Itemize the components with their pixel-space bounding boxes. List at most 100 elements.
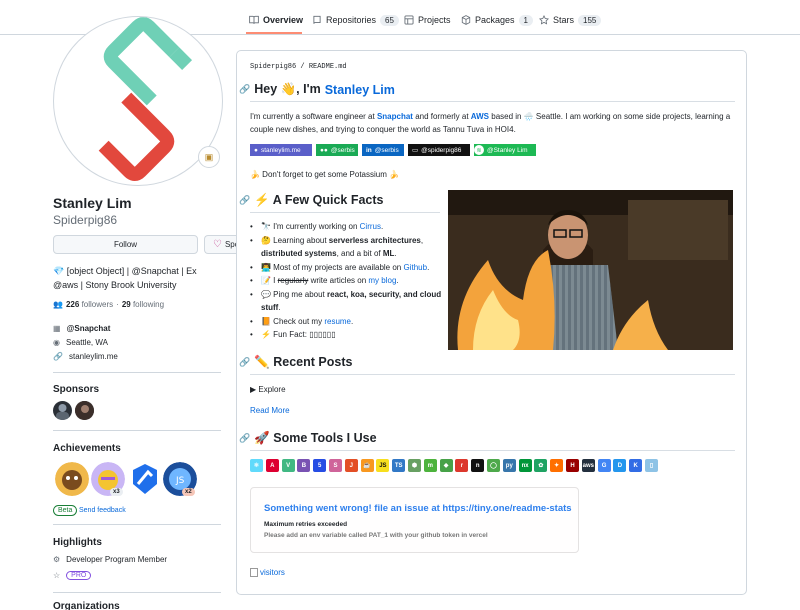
website-badge[interactable]: ● stanleylim.me: [250, 144, 312, 156]
tab-stars[interactable]: Stars 155: [539, 9, 602, 31]
badge-label: @spiderpig86: [421, 146, 462, 154]
medium-icon: ●●: [320, 146, 328, 154]
cirrus-link[interactable]: Cirrus: [360, 222, 381, 231]
fact-item: • 🔭 I'm currently working on Cirrus.: [250, 222, 384, 231]
heading-hey: 🔗 Hey 👋, I'm Stanley Lim: [239, 82, 395, 97]
fact-bold: distributed systems: [261, 249, 337, 258]
aws-link[interactable]: AWS: [471, 112, 489, 121]
people-icon: 👥: [53, 300, 63, 309]
follow-stats: 👥 226 followers · 29 following: [53, 300, 164, 309]
tool-icon: m: [423, 459, 437, 472]
linkedin-badge[interactable]: in @serbis: [362, 144, 404, 156]
website-link[interactable]: stanleylim.me: [69, 352, 118, 361]
github-stats-card[interactable]: [250, 487, 579, 553]
fact-text: .: [380, 222, 384, 231]
anchor-link-icon[interactable]: 🔗: [239, 357, 250, 368]
sponsor-avatar[interactable]: [75, 401, 94, 420]
fact-item: • 📝 I regularly write articles on my blog…: [250, 276, 399, 285]
following-link[interactable]: 29 following: [122, 300, 164, 309]
anchor-link-icon[interactable]: 🔗: [239, 84, 250, 95]
fact-text: .: [427, 262, 430, 272]
star-icon: ☆: [53, 571, 61, 580]
facts-heading-text: ⚡ A Few Quick Facts: [254, 193, 384, 207]
tool-icon: ⬢: [408, 459, 421, 472]
read-more-link[interactable]: Read More: [250, 406, 290, 415]
achievements-heading: Achievements: [53, 443, 121, 454]
achievement-badge[interactable]: [55, 462, 89, 496]
anchor-link-icon[interactable]: 🔗: [239, 433, 250, 444]
followers-link[interactable]: 226 followers: [66, 300, 113, 309]
company-item: ▦ @Snapchat: [53, 324, 110, 333]
fact-text: .: [394, 249, 397, 258]
explore-toggle[interactable]: ▶ Explore: [250, 385, 286, 394]
beta-label: Beta: [53, 505, 78, 516]
fact-item: • 📙 Check out my resume.: [250, 316, 354, 326]
followers-label: followers: [81, 300, 114, 309]
tab-repositories[interactable]: Repositories 65: [312, 9, 399, 31]
heading-tools: 🔗 🚀 Some Tools I Use: [239, 431, 377, 446]
readme-file-link[interactable]: README.md: [309, 63, 347, 71]
heading-divider: [250, 374, 735, 375]
following-count: 29: [121, 300, 131, 309]
fact-text: ,: [420, 235, 424, 245]
gear-icon: ⚙: [53, 555, 61, 564]
stats-error-message: Maximum retries exceeded: [264, 521, 348, 528]
status-emoji-button[interactable]: ▣: [198, 146, 220, 168]
fact-bold: serverless architectures: [328, 235, 421, 245]
intro-paragraph: I'm currently a software engineer at Sna…: [250, 110, 735, 136]
tool-icon: ◯: [487, 459, 500, 472]
active-tab-underline: [246, 32, 302, 34]
tool-icon: ◆: [439, 459, 453, 472]
readme-user-link[interactable]: Spiderpig86: [250, 63, 296, 71]
medium-badge[interactable]: ●● @serbis: [316, 144, 358, 156]
book-icon: [249, 15, 259, 25]
tool-icon: ✿: [534, 459, 548, 472]
tool-icon: aws: [581, 459, 595, 472]
achievement-badge[interactable]: [128, 462, 162, 496]
tool-icon: S: [329, 459, 342, 472]
follow-button[interactable]: Follow: [53, 235, 198, 254]
fact-text: 📙 Check out my: [261, 316, 323, 326]
fact-text: ⚡ Fun Fact: ▯▯▯▯▯▯: [261, 330, 336, 339]
heading-name-link[interactable]: Stanley Lim: [325, 83, 395, 97]
explore-label: Explore: [258, 385, 286, 394]
tool-icon: J: [344, 459, 358, 472]
heading-hey-text: Hey 👋, I'm: [254, 82, 321, 96]
fact-text: , and a bit of: [336, 249, 381, 258]
snapchat-link[interactable]: Snapchat: [377, 112, 413, 121]
tab-projects[interactable]: Projects: [404, 9, 451, 31]
highlights-heading: Highlights: [53, 537, 102, 548]
profile-bio: 💎 [object Object] | @Snapchat | Ex @aws …: [53, 264, 223, 292]
followers-count: 226: [65, 300, 80, 309]
fact-text: 🔭 I'm currently working on: [261, 222, 358, 231]
pro-item: ☆ PRO: [53, 571, 92, 580]
organizations-heading: Organizations: [53, 601, 120, 610]
tab-packages[interactable]: Packages 1: [461, 9, 533, 31]
tab-projects-label: Projects: [418, 15, 451, 25]
tool-icon: n: [471, 459, 485, 472]
divider: [53, 430, 221, 431]
status-emoji-icon: ▣: [204, 151, 214, 162]
anchor-link-icon[interactable]: 🔗: [239, 195, 250, 206]
send-feedback-link[interactable]: Send feedback: [79, 507, 126, 514]
organization-icon: ▦: [53, 324, 61, 333]
heading-divider: [250, 212, 440, 213]
visitors-badge[interactable]: visitors: [250, 568, 285, 577]
github-link[interactable]: Github: [403, 263, 427, 272]
blog-link[interactable]: my blog: [368, 276, 396, 285]
tool-icon: D: [613, 459, 627, 472]
avatar[interactable]: [53, 16, 223, 186]
tab-overview[interactable]: Overview: [249, 9, 303, 31]
office-fire-gif: [448, 190, 733, 350]
company-name[interactable]: @Snapchat: [67, 324, 111, 333]
tool-icon: JS: [376, 459, 390, 472]
heading-divider: [250, 450, 735, 451]
sponsor-avatar[interactable]: [53, 401, 72, 420]
devto-badge[interactable]: ▭ @spiderpig86: [408, 144, 470, 156]
sponsors-heading: Sponsors: [53, 384, 100, 395]
resume-link[interactable]: resume: [324, 317, 351, 326]
achievement-count: x3: [110, 488, 123, 496]
stars-count: 155: [578, 14, 602, 26]
location-icon: ◉: [53, 338, 60, 347]
spotify-badge[interactable]: ≋ @Stanley Lim: [474, 144, 536, 156]
